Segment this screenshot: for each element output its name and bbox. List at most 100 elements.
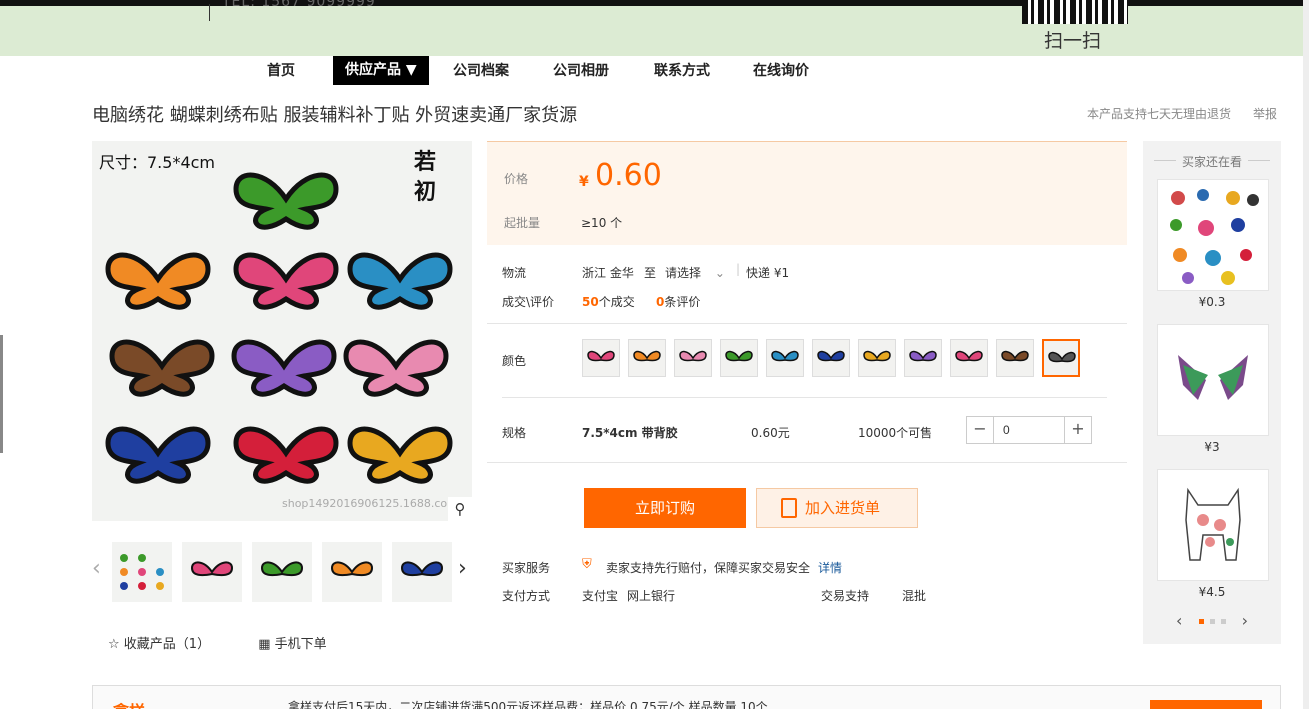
header-divider (209, 4, 210, 21)
related-item-1-image[interactable] (1157, 179, 1269, 291)
nav-products[interactable]: 供应产品 ▼ (333, 56, 429, 85)
price-label: 价格 (504, 172, 529, 186)
sample-text: 拿样支付后15天内，二次店铺进货满500元返还样品费；样品价 0.75元/个 样… (288, 700, 768, 709)
related-item-1-price: ¥0.3 (1198, 295, 1226, 309)
price-currency: ¥ (579, 174, 589, 190)
color-swatch-5[interactable] (766, 339, 804, 377)
related-item-2-image[interactable] (1157, 324, 1269, 436)
sidebar-pager: ‹ › (1143, 611, 1281, 630)
color-swatch-6[interactable] (812, 339, 850, 377)
thumbnail-2[interactable] (182, 542, 242, 602)
contact-phone: TEL: 1567 9099999 (222, 0, 376, 10)
page-scrollbar[interactable] (1303, 0, 1309, 709)
report-link[interactable]: 举报 (1253, 105, 1277, 122)
price-value: 0.60 (595, 158, 662, 193)
favorite-button[interactable]: ☆ 收藏产品（1） (108, 633, 210, 652)
mobile-order-button[interactable]: ▦ 手机下单 (258, 633, 326, 652)
spec-price: 0.60元 (751, 426, 790, 440)
butterfly-pink (233, 252, 339, 310)
color-swatch-9[interactable] (950, 339, 988, 377)
thumbnail-3[interactable] (252, 542, 312, 602)
favorite-label: 收藏产品（1） (123, 637, 211, 652)
nav-company-album[interactable]: 公司相册 (553, 62, 609, 80)
shipping-fee: 快递 ¥1 (746, 266, 790, 280)
pager-dot-2[interactable] (1209, 619, 1215, 624)
spec-name: 7.5*4cm 带背胶 (582, 426, 678, 440)
color-swatch-11[interactable] (1042, 339, 1080, 377)
product-main-image[interactable]: 尺寸：7.5*4cm 若初 shop1492016906125.1688.com… (92, 141, 472, 521)
color-swatch-8[interactable] (904, 339, 942, 377)
nav-contact[interactable]: 联系方式 (654, 62, 710, 80)
quantity-input[interactable] (995, 417, 1064, 443)
color-swatch-7[interactable] (858, 339, 896, 377)
color-label: 颜色 (502, 354, 527, 368)
thumbnail-4[interactable] (322, 542, 382, 602)
divider-2 (502, 397, 1107, 398)
nav-inquiry[interactable]: 在线询价 (753, 62, 809, 80)
color-swatch-2[interactable] (628, 339, 666, 377)
related-item-3-price: ¥4.5 (1198, 585, 1226, 599)
sidebar-next-icon[interactable]: › (1242, 611, 1248, 630)
logistics-label: 物流 (502, 266, 527, 280)
butterfly-green (233, 172, 339, 230)
thumbnail-5[interactable] (392, 542, 452, 602)
qr-code-icon (1022, 0, 1128, 24)
image-watermark: shop1492016906125.1688.com (282, 497, 458, 510)
chevron-down-icon: ⌄ (714, 266, 725, 280)
reviews-group[interactable]: 0条评价 (656, 293, 700, 310)
spec-label: 规格 (502, 426, 527, 440)
nav-company-profile[interactable]: 公司档案 (453, 62, 509, 80)
color-swatch-10[interactable] (996, 339, 1034, 377)
butterfly-lightpink (343, 339, 449, 397)
floral-cat-icon (1185, 487, 1241, 561)
sidebar-prev-icon[interactable]: ‹ (1176, 611, 1182, 630)
add-to-cart-button[interactable]: 加入进货单 (756, 488, 918, 528)
quantity-stepper: − + (966, 416, 1092, 444)
butterfly-orange (105, 252, 211, 310)
pager-dot-1[interactable] (1198, 619, 1204, 624)
payment-netbank: 网上银行 (627, 589, 676, 603)
related-item-2-price: ¥3 (1204, 440, 1220, 454)
color-swatch-4[interactable] (720, 339, 758, 377)
sample-bar: 拿样 拿样支付后15天内，二次店铺进货满500元返还样品费；样品价 0.75元/… (92, 685, 1281, 709)
nav-home[interactable]: 首页 (267, 62, 295, 80)
add-to-cart-label: 加入进货单 (805, 499, 881, 517)
product-title: 电脑绣花 蝴蝶刺绣布贴 服装辅料补丁贴 外贸速卖通厂家货源 (92, 105, 578, 126)
return-policy[interactable]: 本产品支持七天无理由退货 (1087, 105, 1231, 122)
divider-3 (487, 462, 1127, 463)
thumb-prev-arrow-icon[interactable]: ‹ (92, 556, 101, 581)
moq-label: 起批量 (504, 216, 541, 230)
zoom-icon[interactable]: ⚲ (448, 497, 472, 521)
color-swatch-3[interactable] (674, 339, 712, 377)
destination-value: 请选择 (665, 266, 702, 280)
quantity-minus-button[interactable]: − (967, 417, 994, 443)
scan-label: 扫一扫 (1044, 30, 1102, 52)
order-now-button[interactable]: 立即订购 (584, 488, 746, 528)
payment-label: 支付方式 (502, 589, 551, 603)
thumbnail-1[interactable] (112, 542, 172, 602)
butterfly-brown (109, 339, 215, 397)
destination-select[interactable]: 请选择 ⌄ (665, 264, 725, 281)
butterfly-cyan (347, 252, 453, 310)
logistics-origin: 浙江 金华 (582, 266, 634, 280)
quantity-plus-button[interactable]: + (1064, 417, 1091, 443)
clipboard-icon (781, 498, 797, 518)
mobile-order-label: 手机下单 (274, 637, 327, 652)
related-item-3-image[interactable] (1157, 469, 1269, 581)
left-edge-marker (0, 335, 3, 453)
butterfly-purple (231, 339, 337, 397)
service-detail-link[interactable]: 详情 (818, 559, 842, 576)
thumbnail-strip: ‹ › (92, 540, 480, 604)
pager-dot-3[interactable] (1220, 619, 1226, 624)
sample-buy-button[interactable] (1150, 700, 1262, 709)
color-swatch-1[interactable] (582, 339, 620, 377)
payment-alipay: 支付宝 (582, 589, 619, 603)
patches-collage-icon (1170, 189, 1259, 285)
trade-support-label: 交易支持 (821, 589, 870, 603)
butterfly-yellow (347, 426, 453, 484)
deals-count-group[interactable]: 50个成交 (582, 293, 635, 310)
deals-count: 50 (582, 295, 599, 309)
butterfly-grid-image (105, 172, 453, 484)
reviews-text: 条评价 (664, 295, 701, 309)
thumb-next-arrow-icon[interactable]: › (458, 556, 467, 581)
